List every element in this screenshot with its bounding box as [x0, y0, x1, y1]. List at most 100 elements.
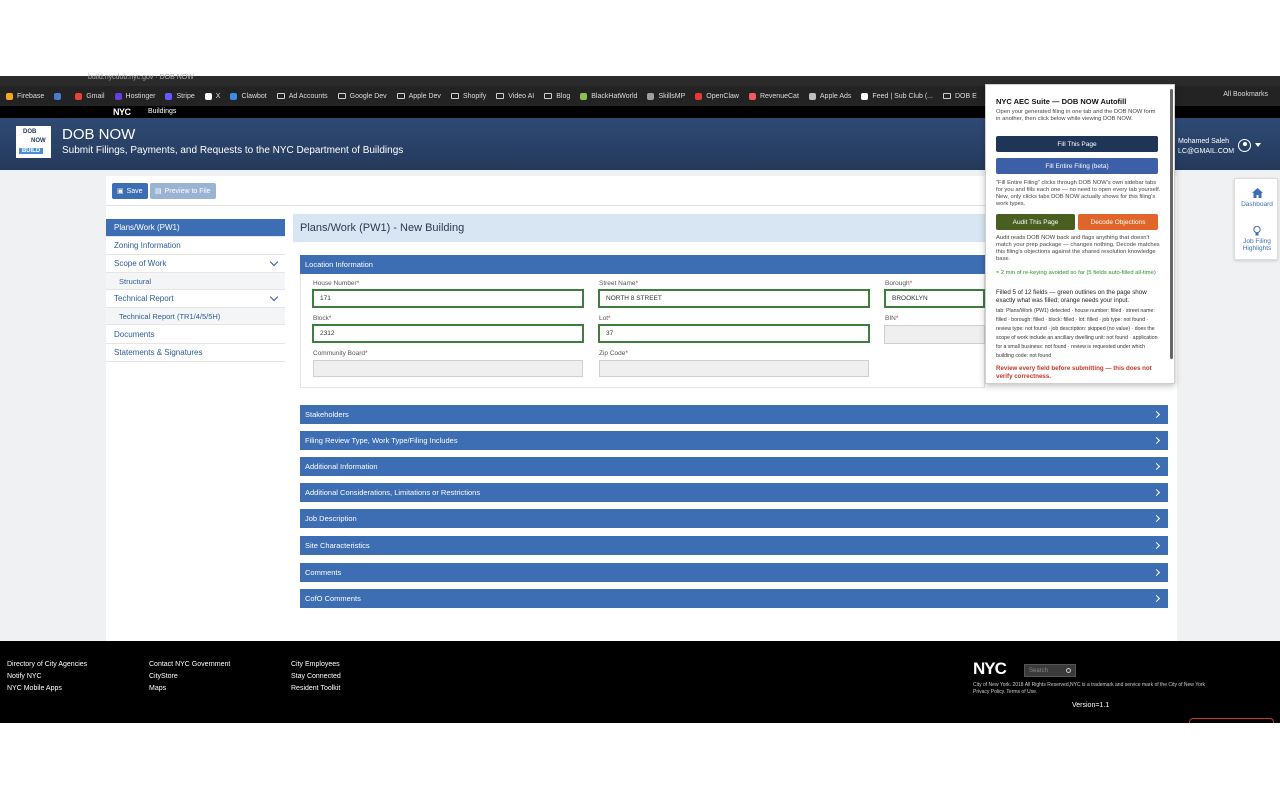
corner-widget[interactable] — [1189, 718, 1274, 723]
bookmark-item[interactable]: Google Dev — [337, 93, 387, 100]
footer-nyc-logo[interactable]: NYC — [973, 659, 1007, 679]
user-avatar-icon[interactable] — [1238, 139, 1251, 152]
bookmark-item[interactable]: OpenClaw — [695, 92, 739, 100]
bookmark-item[interactable]: RevenueCat — [748, 92, 799, 100]
fill-entire-filing-button[interactable]: Fill Entire Filing (beta) — [996, 158, 1158, 174]
sidebar-item-documents[interactable]: Documents — [106, 326, 285, 344]
bookmark-item[interactable]: Feed | Sub Club (... — [861, 92, 933, 100]
section-header[interactable]: Filing Review Type, Work Type/Filing Inc… — [300, 431, 1168, 450]
section-header[interactable]: Comments — [300, 563, 1168, 582]
footer-link[interactable]: Resident Toolkit — [291, 685, 340, 692]
lightbulb-icon[interactable] — [1253, 226, 1261, 236]
caret-down-icon[interactable] — [1255, 143, 1261, 147]
bookmark-item[interactable]: Shopify — [450, 93, 486, 100]
borough-select[interactable]: BROOKLYN — [884, 289, 985, 308]
folder-icon — [943, 93, 951, 99]
chevron-right-icon[interactable] — [1152, 514, 1161, 523]
bookmark-label: Hostinger — [125, 92, 156, 100]
dob-now-build-logo[interactable]: DOB NOW BUILD — [16, 126, 51, 158]
nyc-logo[interactable]: NYC — [113, 107, 131, 117]
sidebar-item-technical-report-tr1[interactable]: Technical Report (TR1/4/5/5H) — [106, 308, 285, 325]
site-favicon-icon — [54, 92, 62, 100]
chevron-right-icon[interactable] — [1152, 568, 1161, 577]
block-input[interactable]: 2312 — [312, 324, 584, 343]
chevron-down-icon[interactable] — [269, 292, 279, 302]
bookmark-item[interactable]: Video AI — [496, 93, 534, 100]
all-bookmarks-link[interactable]: All Bookmarks — [1223, 91, 1268, 98]
footer-link[interactable]: Notify NYC — [7, 673, 42, 680]
popup-scrollbar[interactable] — [1170, 89, 1173, 359]
borough-label: Borough* — [885, 280, 913, 287]
section-header[interactable]: Job Description — [300, 509, 1168, 528]
bookmark-item[interactable]: Blog — [544, 93, 570, 100]
zip-code-input[interactable] — [599, 360, 869, 377]
buildings-link[interactable]: Buildings — [148, 108, 176, 115]
preview-to-file-button[interactable]: ▤ Preview to File — [150, 183, 216, 199]
street-name-input[interactable]: NORTH 8 STREET — [598, 289, 870, 308]
bookmark-label: Apple Ads — [819, 92, 852, 100]
bookmark-item[interactable]: Stripe — [165, 92, 195, 100]
bookmark-item[interactable] — [54, 92, 65, 100]
section-label: Site Characteristics — [305, 541, 370, 550]
bookmark-item[interactable]: Apple Dev — [396, 93, 441, 100]
section-header[interactable]: Stakeholders — [300, 405, 1168, 424]
bookmark-item[interactable]: Apple Ads — [808, 92, 852, 100]
bin-input[interactable] — [884, 325, 985, 344]
footer-link[interactable]: City Employees — [291, 661, 340, 668]
search-icon[interactable] — [1066, 668, 1071, 673]
site-favicon-icon — [75, 92, 83, 100]
community-board-input[interactable] — [313, 360, 583, 377]
lot-input[interactable]: 37 — [598, 324, 870, 343]
audit-this-page-button[interactable]: Audit This Page — [996, 214, 1075, 230]
footer-link[interactable]: Stay Connected — [291, 673, 341, 680]
chevron-right-icon[interactable] — [1152, 410, 1161, 419]
house-number-input[interactable]: 171 — [312, 289, 584, 308]
sidebar-item-scope-of-work[interactable]: Scope of Work — [106, 255, 285, 273]
bookmark-item[interactable]: Clawbot — [230, 92, 267, 100]
save-button[interactable]: ▣ Save — [112, 183, 148, 199]
job-filing-highlights-link[interactable]: Job Filing Highlights — [1235, 238, 1279, 252]
chevron-right-icon[interactable] — [1152, 594, 1161, 603]
chevron-right-icon[interactable] — [1152, 462, 1161, 471]
footer-privacy-links[interactable]: Privacy Policy. Terms of Use. — [973, 689, 1037, 695]
footer-link[interactable]: Contact NYC Government — [149, 661, 230, 668]
dashboard-link[interactable]: Dashboard — [1235, 201, 1279, 208]
footer-link[interactable]: NYC Mobile Apps — [7, 685, 62, 692]
browser-tab-title[interactable]: build.nycdob.nyc.gov · DOB NOW — [88, 74, 194, 81]
chevron-down-icon[interactable] — [269, 257, 279, 267]
sidebar-item-zoning[interactable]: Zoning Information — [106, 237, 285, 255]
section-header[interactable]: Additional Considerations, Limitations o… — [300, 483, 1168, 502]
footer-link[interactable]: CityStore — [149, 673, 178, 680]
chevron-right-icon[interactable] — [1152, 541, 1161, 550]
fill-this-page-button[interactable]: Fill This Page — [996, 136, 1158, 152]
sidebar-item-label: Scope of Work — [114, 259, 167, 268]
bookmark-item[interactable]: Ad Accounts — [276, 93, 328, 100]
bookmark-item[interactable]: SkillsMP — [647, 92, 685, 100]
lot-label: Lot* — [599, 315, 611, 322]
app-title: DOB NOW — [62, 126, 136, 143]
bin-label: BIN* — [885, 315, 899, 322]
bookmark-label: Gmail — [86, 92, 105, 100]
decode-objections-button[interactable]: Decode Objections — [1078, 214, 1158, 230]
section-header[interactable]: Site Characteristics — [300, 536, 1168, 555]
bookmark-item[interactable]: X — [204, 92, 220, 100]
sidebar-item-statements[interactable]: Statements & Signatures — [106, 344, 285, 362]
bookmark-item[interactable]: Hostinger — [114, 92, 156, 100]
section-header[interactable]: CofO Comments — [300, 589, 1168, 608]
bookmark-item[interactable]: DOB E — [943, 93, 977, 100]
chevron-right-icon[interactable] — [1152, 488, 1161, 497]
sidebar-item-plans-work[interactable]: Plans/Work (PW1) — [106, 219, 285, 237]
home-icon[interactable] — [1252, 188, 1263, 198]
section-location-information[interactable]: Location Information — [300, 255, 985, 274]
section-header[interactable]: Additional Information — [300, 457, 1168, 476]
bookmark-item[interactable]: BlackHatWorld — [580, 92, 637, 100]
chevron-right-icon[interactable] — [1152, 436, 1161, 445]
sidebar-item-technical-report[interactable]: Technical Report — [106, 290, 285, 308]
footer-link[interactable]: Maps — [149, 685, 166, 692]
bookmark-item[interactable]: Firebase — [6, 92, 44, 100]
footer-search-input[interactable]: Search — [1024, 664, 1076, 677]
bookmark-item[interactable]: Gmail — [75, 92, 105, 100]
footer-link[interactable]: Directory of City Agencies — [7, 661, 87, 668]
sidebar-item-structural[interactable]: Structural — [106, 273, 285, 290]
section-label: Comments — [305, 568, 342, 577]
